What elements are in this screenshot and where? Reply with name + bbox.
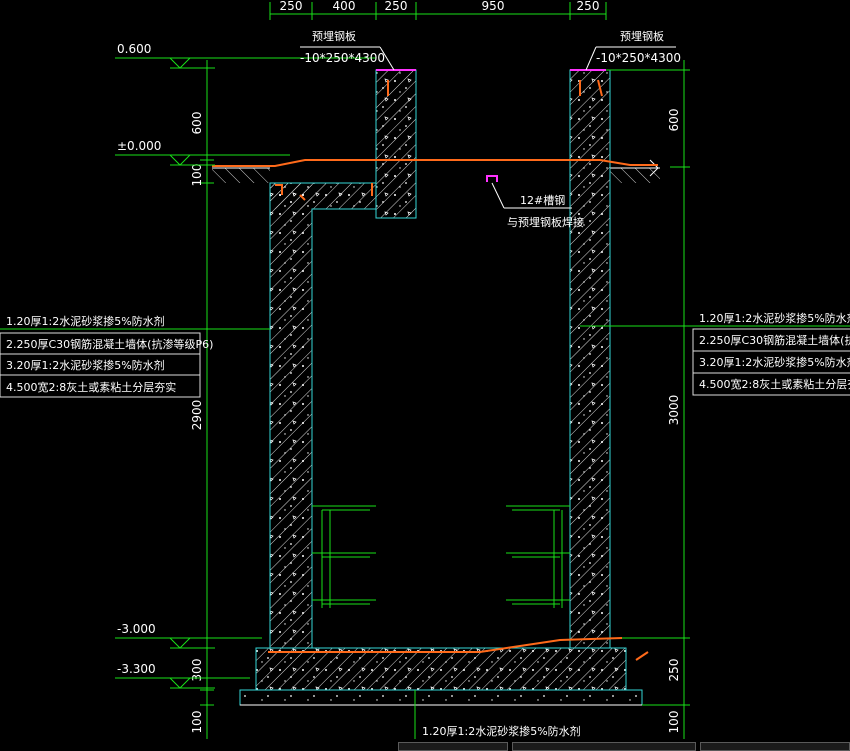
concrete-walls (239, 69, 643, 706)
plate-left-name: 预埋钢板 (312, 29, 356, 43)
top-dim-3: 250 (385, 0, 408, 13)
plate-right-name: 预埋钢板 (620, 29, 664, 43)
top-dim-5: 250 (577, 0, 600, 13)
elevation-0600: 0.600 (117, 42, 151, 56)
left-dim-100b: 100 (190, 711, 204, 734)
left-layer-3: 3.20厚1:2水泥砂浆掺5%防水剂 (6, 358, 165, 372)
channel-line1: 12#槽钢 (520, 194, 565, 207)
elevation-0000: ±0.000 (117, 139, 161, 153)
bottom-note-text: 1.20厚1:2水泥砂浆掺5%防水剂 (422, 724, 581, 738)
left-layer-table: 1.20厚1:2水泥砂浆掺5%防水剂 2.250厚C30钢筋混凝土墙体(抗渗等级… (0, 314, 270, 398)
top-dim-4: 950 (482, 0, 505, 13)
right-layer-1: 1.20厚1:2水泥砂浆掺5%防水剂 (699, 311, 850, 325)
plate-callout-right: 预埋钢板 -10*250*4300 (585, 29, 681, 71)
right-dim-100: 100 (667, 711, 681, 734)
ladder-rungs (312, 505, 570, 608)
plate-right-spec: -10*250*4300 (596, 51, 681, 65)
left-dim-2900: 2900 (190, 400, 204, 431)
plate-callout-left: 预埋钢板 -10*250*4300 (300, 29, 395, 71)
left-layer-4: 4.500宽2:8灰土或素粘土分层夯实 (6, 380, 176, 394)
plate-left-spec: -10*250*4300 (300, 51, 385, 65)
top-dim-1: 250 (280, 0, 303, 13)
left-dim-100a: 100 (190, 164, 204, 187)
status-segment-1[interactable] (398, 742, 508, 751)
right-dim-3000: 3000 (667, 395, 681, 426)
left-dim-600: 600 (190, 112, 204, 135)
left-layer-1: 1.20厚1:2水泥砂浆掺5%防水剂 (6, 314, 165, 328)
right-layer-table: 1.20厚1:2水泥砂浆掺5%防水剂 2.250厚C30钢筋混凝土墙体(抗渗等 … (580, 311, 850, 396)
status-segment-3[interactable] (700, 742, 850, 751)
elevation-m3300: -3.300 (117, 662, 156, 676)
channel-line2: 与预埋钢板焊接 (507, 215, 584, 229)
cad-drawing-canvas[interactable]: 250 400 250 950 250 600 100 2900 300 100… (0, 0, 850, 751)
status-segment-2[interactable] (512, 742, 696, 751)
status-bar (0, 739, 850, 751)
right-dim-600: 600 (667, 109, 681, 132)
top-dim-2: 400 (333, 0, 356, 13)
right-layer-4: 4.500宽2:8灰土或素粘土分层夯实 (699, 377, 850, 391)
right-layer-2: 2.250厚C30钢筋混凝土墙体(抗渗等 (699, 333, 850, 347)
left-layer-2: 2.250厚C30钢筋混凝土墙体(抗渗等级P6) (6, 337, 213, 351)
right-layer-3: 3.20厚1:2水泥砂浆掺5%防水剂 (699, 355, 850, 369)
top-dimension-chain: 250 400 250 950 250 (269, 0, 607, 20)
elevation-m3000: -3.000 (117, 622, 156, 636)
right-dim-250: 250 (667, 659, 681, 682)
